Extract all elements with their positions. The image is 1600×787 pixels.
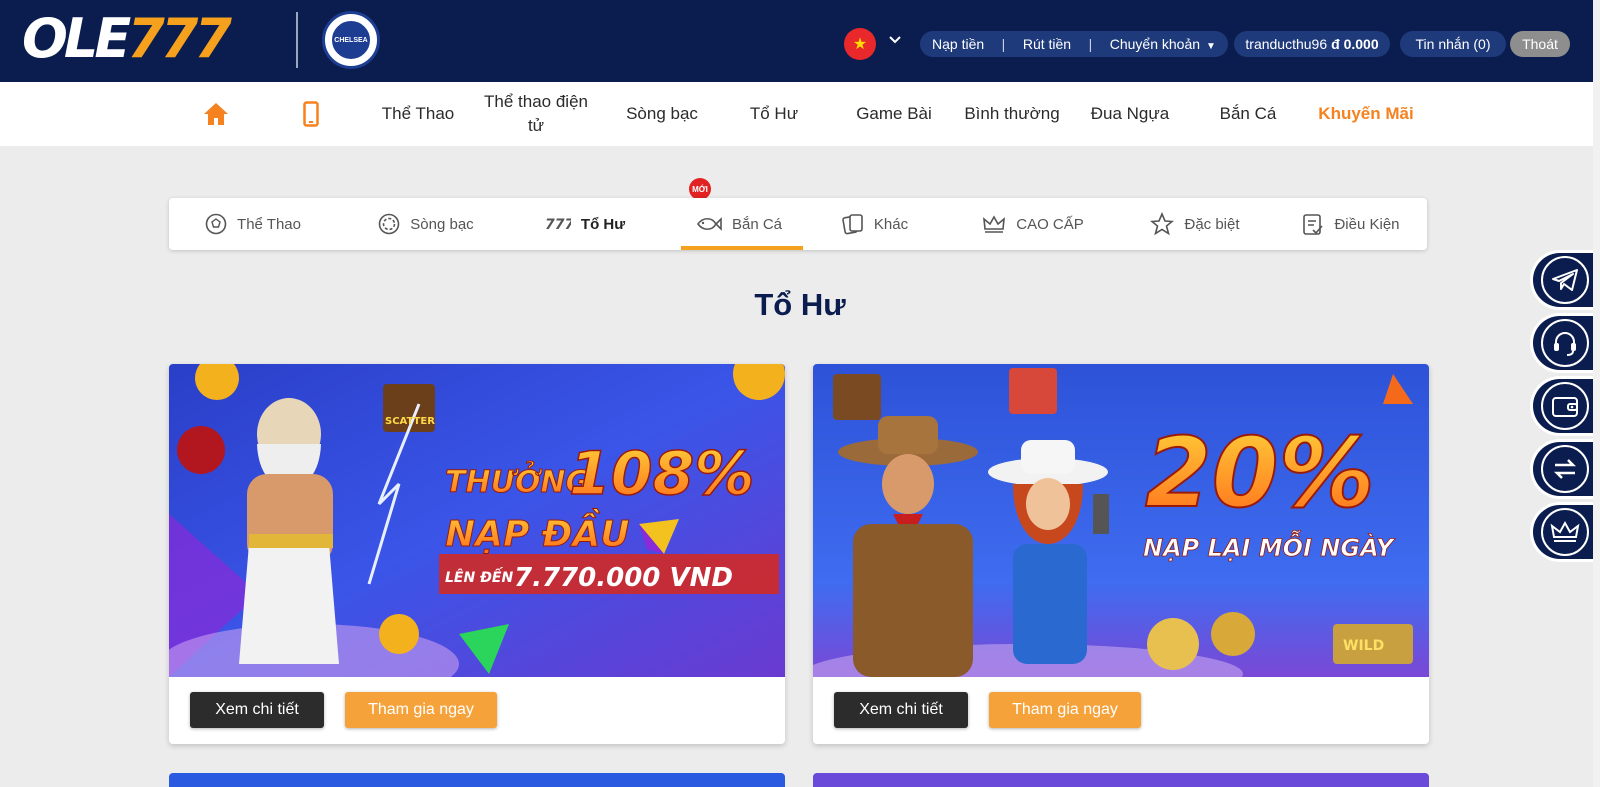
crown-icon — [983, 215, 1006, 233]
join-now-button[interactable]: Tham gia ngay — [345, 692, 497, 728]
vietnam-flag-icon[interactable]: ★ — [844, 28, 876, 60]
logout-button[interactable]: Thoát — [1510, 31, 1570, 57]
tab-fishing[interactable]: Bắn Cá — [679, 198, 799, 250]
checklist-icon — [1303, 214, 1324, 235]
withdraw-link[interactable]: Rút tiền — [1023, 36, 1071, 52]
flag-star-icon: ★ — [852, 36, 868, 53]
nav-casino-label: Sòng bạc — [626, 104, 698, 123]
page-title: Tổ Hư — [754, 287, 846, 322]
tab-label: Điều Kiện — [1334, 215, 1400, 233]
tab-label: Sòng bạc — [410, 215, 474, 233]
divider: | — [1088, 36, 1093, 52]
telegram-icon — [1541, 256, 1589, 304]
casino-chip-icon — [378, 213, 400, 235]
tab-label: Đặc biệt — [1184, 215, 1240, 233]
promo-card-peek — [813, 773, 1429, 787]
tab-casino[interactable]: Sòng bạc — [359, 198, 493, 250]
tab-label: CAO CẤP — [1016, 215, 1084, 233]
soccer-ball-icon — [205, 213, 227, 235]
tab-label: Tổ Hư — [580, 215, 626, 233]
cards-icon — [842, 214, 863, 235]
wallet-button[interactable] — [1530, 376, 1600, 436]
nav-esports[interactable]: Thể thao điện tử — [480, 82, 592, 146]
active-tab-indicator — [681, 246, 803, 250]
transfer-dropdown[interactable]: Chuyển khoản ▼ — [1110, 36, 1216, 52]
tab-special[interactable]: Đặc biệt — [1133, 198, 1257, 250]
chevron-down-icon[interactable] — [888, 32, 902, 50]
banner-line2: NẠP LẠI MỖI NGÀY — [1143, 529, 1396, 562]
logo-divider — [296, 12, 298, 68]
transfer-arrows-icon — [1541, 445, 1589, 493]
mobile-phone-icon[interactable] — [296, 82, 326, 146]
transfer-button[interactable] — [1530, 439, 1600, 499]
deposit-link[interactable]: Nạp tiền — [932, 36, 984, 52]
tab-sports[interactable]: Thể Thao — [187, 198, 319, 250]
crown-icon — [1541, 508, 1589, 556]
slot-777-icon: 777 — [545, 217, 571, 233]
tab-label: Bắn Cá — [731, 215, 783, 233]
svg-text:777: 777 — [545, 217, 571, 233]
balance-value: đ 0.000 — [1331, 36, 1379, 52]
top-header: OLE 777 CHELSEA ★ Nạp tiền | Rút tiền | … — [0, 0, 1600, 82]
tab-terms[interactable]: Điều Kiện — [1285, 198, 1417, 250]
nav-fishing[interactable]: Bắn Cá — [1206, 82, 1290, 146]
promo-card-peek — [169, 773, 785, 787]
headset-icon — [1541, 319, 1589, 367]
nav-normal[interactable]: Bình thường — [960, 82, 1064, 146]
banner-amount: 7.770.000 VND — [514, 563, 733, 593]
tab-premium[interactable]: CAO CẤP — [963, 198, 1103, 250]
nav-casino[interactable]: Sòng bạc — [614, 82, 710, 146]
site-logo[interactable]: OLE 777 — [22, 7, 232, 70]
user-balance[interactable]: tranducthu96 đ 0.000 — [1234, 31, 1390, 57]
view-details-button[interactable]: Xem chi tiết — [834, 692, 968, 728]
tab-other[interactable]: Khác — [825, 198, 925, 250]
vip-button[interactable] — [1530, 502, 1600, 562]
star-icon — [1150, 212, 1175, 236]
banner-upto: LÊN ĐẾN — [445, 567, 513, 586]
caret-down-icon: ▼ — [1206, 41, 1216, 52]
scatter-badge: SCATTER — [385, 416, 435, 427]
logo-ole-text: OLE — [22, 7, 131, 70]
promo-card: THƯỞNG 108% NẠP ĐẦU LÊN ĐẾN 7.770.000 VN… — [169, 364, 785, 744]
chelsea-badge-icon: CHELSEA — [322, 11, 380, 69]
wild-badge: WILD — [1343, 638, 1384, 654]
money-actions-bar: Nạp tiền | Rút tiền | Chuyển khoản ▼ — [920, 31, 1228, 57]
tab-label: Thể Thao — [237, 215, 301, 233]
logout-label: Thoát — [1522, 36, 1558, 52]
view-details-button[interactable]: Xem chi tiết — [190, 692, 324, 728]
banner-line2: NẠP ĐẦU — [445, 508, 629, 555]
main-navigation: Thể Thao Thể thao điện tử Sòng bạc MỚI T… — [0, 82, 1600, 200]
promo-card: 20% NẠP LẠI MỖI NGÀY WILD Xem chi tiết T… — [813, 364, 1429, 744]
club-badge-text: CHELSEA — [330, 19, 372, 61]
messages-button[interactable]: Tin nhắn (0) — [1400, 31, 1506, 57]
tab-label: Khác — [873, 215, 909, 233]
nav-card-games[interactable]: Game Bài — [848, 82, 940, 146]
promotion-category-tabs: Thể Thao Sòng bạc 777 Tổ Hư Bắn Cá Khác … — [169, 198, 1427, 250]
join-now-button[interactable]: Tham gia ngay — [989, 692, 1141, 728]
divider: | — [1001, 36, 1006, 52]
nav-promotions[interactable]: Khuyến Mãi — [1310, 82, 1422, 146]
nav-horse-racing[interactable]: Đua Ngựa — [1084, 82, 1176, 146]
messages-label: Tin nhắn (0) — [1415, 36, 1491, 52]
wallet-icon — [1541, 382, 1589, 430]
logo-777-text: 777 — [127, 7, 232, 70]
page-scrollbar[interactable] — [1593, 0, 1600, 787]
fish-icon — [696, 217, 722, 231]
home-icon[interactable] — [196, 82, 236, 146]
nav-slots[interactable]: Tổ Hư — [736, 82, 812, 146]
promo-banner-20[interactable]: 20% NẠP LẠI MỖI NGÀY WILD — [813, 364, 1429, 677]
tab-slots[interactable]: 777 Tổ Hư — [523, 198, 647, 250]
nav-sports[interactable]: Thể Thao — [372, 82, 464, 146]
username: tranducthu96 — [1245, 36, 1328, 52]
telegram-button[interactable] — [1530, 250, 1600, 310]
banner-value: 108% — [569, 439, 754, 509]
promo-banner-108[interactable]: THƯỞNG 108% NẠP ĐẦU LÊN ĐẾN 7.770.000 VN… — [169, 364, 785, 677]
support-button[interactable] — [1530, 313, 1600, 373]
banner-value: 20% — [1145, 417, 1375, 529]
new-badge: MỚI — [689, 178, 711, 200]
transfer-label: Chuyển khoản — [1109, 36, 1201, 52]
